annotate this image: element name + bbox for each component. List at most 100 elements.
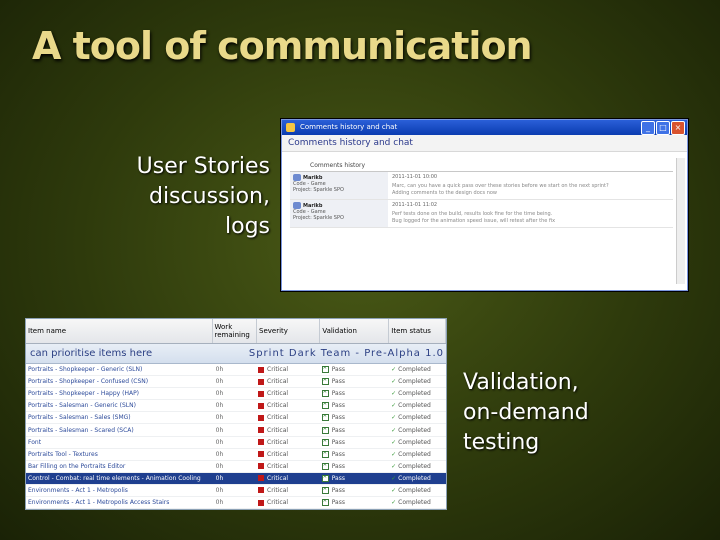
table-row[interactable]: Portraits - Salesman - Generic (SLN) 0h Cr…	[26, 400, 446, 413]
validation-cell: Pass	[320, 378, 389, 386]
work-remaining: 0h	[215, 499, 224, 507]
table-row[interactable]: Portraits - Salesman - Scared (SCA) 0h Cri…	[26, 424, 446, 437]
sprint-name: Sprint Dark Team - Pre-Alpha 1.0	[248, 348, 444, 359]
maximize-icon[interactable]: □	[656, 121, 670, 135]
status-cell: ✓ Completed	[389, 402, 446, 409]
validation-checkbox-icon[interactable]	[321, 499, 329, 507]
column-header-work-remaining[interactable]: Work remaining	[213, 319, 258, 343]
comment-project: Project: Sparkle SPO	[293, 215, 344, 221]
severity-cell: Critical	[256, 451, 320, 458]
item-name[interactable]: Portraits - Shopkeeper - Happy (HAP)	[26, 390, 216, 397]
comment-text: Marc, can you have a quick pass over the…	[392, 183, 609, 189]
comment-entry: Marikb Code - Game Project: Sparkle SPO …	[290, 172, 673, 200]
severity-icon	[258, 439, 265, 446]
validation-checkbox-icon[interactable]	[321, 402, 329, 410]
checkmark-icon: ✓	[391, 366, 397, 374]
work-remaining: 0h	[215, 474, 224, 482]
minimize-icon[interactable]: _	[641, 121, 655, 135]
table-row[interactable]: Portraits - Shopkeeper - Confused (CSN) 0…	[26, 376, 446, 389]
column-header-item-status[interactable]: Item status	[389, 319, 446, 343]
table-row[interactable]: Portraits - Shopkeeper - Generic (SLN) 0h…	[26, 364, 446, 377]
work-remaining: 0h	[215, 414, 224, 422]
checkmark-icon: ✓	[391, 499, 397, 507]
validation-checkbox-icon[interactable]	[321, 462, 329, 470]
table-row[interactable]: Font0h Critical Pass ✓Completed	[26, 437, 446, 449]
validation-value: Pass	[331, 462, 345, 470]
item-name[interactable]: Control - Combat: real time elements - A…	[26, 475, 216, 482]
checkmark-icon: ✓	[391, 378, 397, 386]
severity-cell: Critical	[256, 402, 320, 409]
table-row[interactable]: Portraits - Shopkeeper - Happy (HAP) 0h Cr…	[26, 388, 446, 401]
severity-icon	[258, 487, 265, 494]
severity-value: Critical	[267, 390, 289, 398]
checkmark-icon: ✓	[391, 486, 397, 494]
status-cell: ✓ Completed	[389, 390, 446, 397]
validation-checkbox-icon[interactable]	[321, 378, 329, 386]
validation-cell: Pass	[320, 499, 389, 507]
severity-cell: Critical	[256, 414, 320, 421]
validation-value: Pass	[331, 390, 345, 398]
comments-scrollbar[interactable]	[676, 158, 685, 284]
left-caption: User Stories discussion, logs	[100, 152, 270, 242]
status-value: Completed	[398, 366, 431, 374]
status-cell: ✓ Completed	[389, 487, 446, 494]
table-row[interactable]: Control - Combat: real time elements - A…	[26, 472, 446, 485]
validation-checkbox-icon[interactable]	[321, 426, 329, 434]
item-name[interactable]: Environments - Act 1 - Metropolis	[26, 487, 216, 494]
item-name[interactable]: Portraits Tool - Textures	[26, 451, 216, 458]
close-icon[interactable]: ×	[671, 121, 685, 135]
checkmark-icon: ✓	[391, 414, 397, 422]
sprint-banner: can prioritise items here Sprint Dark Te…	[26, 344, 446, 364]
comment-entry: Marikb Code - Game Project: Sparkle SPO …	[290, 200, 673, 228]
item-name[interactable]: Portraits - Shopkeeper - Confused (CSN)	[26, 378, 216, 385]
validation-checkbox-icon[interactable]	[321, 414, 329, 422]
validation-checkbox-icon[interactable]	[321, 450, 329, 458]
app-icon	[286, 123, 295, 132]
table-row[interactable]: Bar Filling on the Portraits Editor 0h Cri…	[26, 461, 446, 473]
item-name[interactable]: Environments - Act 1 - Metropolis Access…	[26, 499, 216, 506]
work-remaining: 0h	[215, 402, 224, 410]
status-cell: ✓ Completed	[389, 451, 446, 458]
left-caption-line: discussion,	[148, 184, 270, 209]
severity-icon	[258, 402, 265, 409]
validation-checkbox-icon[interactable]	[321, 438, 329, 446]
status-value: Completed	[398, 426, 431, 434]
validation-cell: Pass	[320, 450, 389, 458]
item-name[interactable]: Bar Filling on the Portraits Editor	[26, 463, 216, 470]
item-name[interactable]: Portraits - Salesman - Sales (SMG)	[26, 414, 216, 421]
grid-header: Item name Work remaining Severity Valida…	[26, 319, 446, 344]
severity-cell: Critical	[256, 499, 320, 506]
item-name[interactable]: Font	[26, 439, 216, 446]
severity-icon	[258, 390, 265, 397]
checkmark-icon: ✓	[391, 450, 397, 458]
table-row[interactable]: Environments - Act 1 - Metropolis Access…	[26, 497, 446, 509]
work-remaining: 0h	[215, 366, 224, 374]
table-row[interactable]: Environments - Act 1 - Metropolis 0h Criti…	[26, 485, 446, 498]
validation-value: Pass	[331, 426, 345, 434]
status-cell: ✓ Completed	[389, 427, 446, 434]
item-name[interactable]: Portraits - Shopkeeper - Generic (SLN)	[26, 366, 216, 373]
validation-checkbox-icon[interactable]	[321, 474, 329, 482]
checkmark-icon: ✓	[391, 462, 397, 470]
window-titlebar[interactable]: Comments history and chat _ □ ×	[282, 120, 687, 135]
severity-icon	[258, 414, 265, 421]
work-remaining: 0h	[215, 486, 224, 494]
severity-value: Critical	[267, 450, 289, 458]
validation-checkbox-icon[interactable]	[321, 390, 329, 398]
column-header-validation[interactable]: Validation	[320, 319, 390, 343]
status-cell: ✓ Completed	[389, 439, 446, 446]
table-row[interactable]: Portraits - Salesman - Sales (SMG) 0h Crit…	[26, 412, 446, 425]
column-header-severity[interactable]: Severity	[257, 319, 321, 343]
work-remaining: 0h	[215, 450, 224, 458]
status-value: Completed	[398, 499, 431, 507]
comment-timestamp: 2011-11-01 11:02	[392, 202, 438, 208]
validation-checkbox-icon[interactable]	[321, 366, 329, 374]
item-name[interactable]: Portraits - Salesman - Scared (SCA)	[26, 427, 216, 434]
checkmark-icon: ✓	[391, 402, 397, 410]
right-caption-line: on-demand	[463, 400, 589, 425]
comment-text: Perf tests done on the build, results lo…	[392, 211, 553, 217]
item-name[interactable]: Portraits - Salesman - Generic (SLN)	[26, 402, 216, 409]
column-header-item-name[interactable]: Item name	[26, 319, 213, 343]
validation-checkbox-icon[interactable]	[321, 486, 329, 494]
table-row[interactable]: Portraits Tool - Textures0h Critical Pass ✓…	[26, 449, 446, 461]
